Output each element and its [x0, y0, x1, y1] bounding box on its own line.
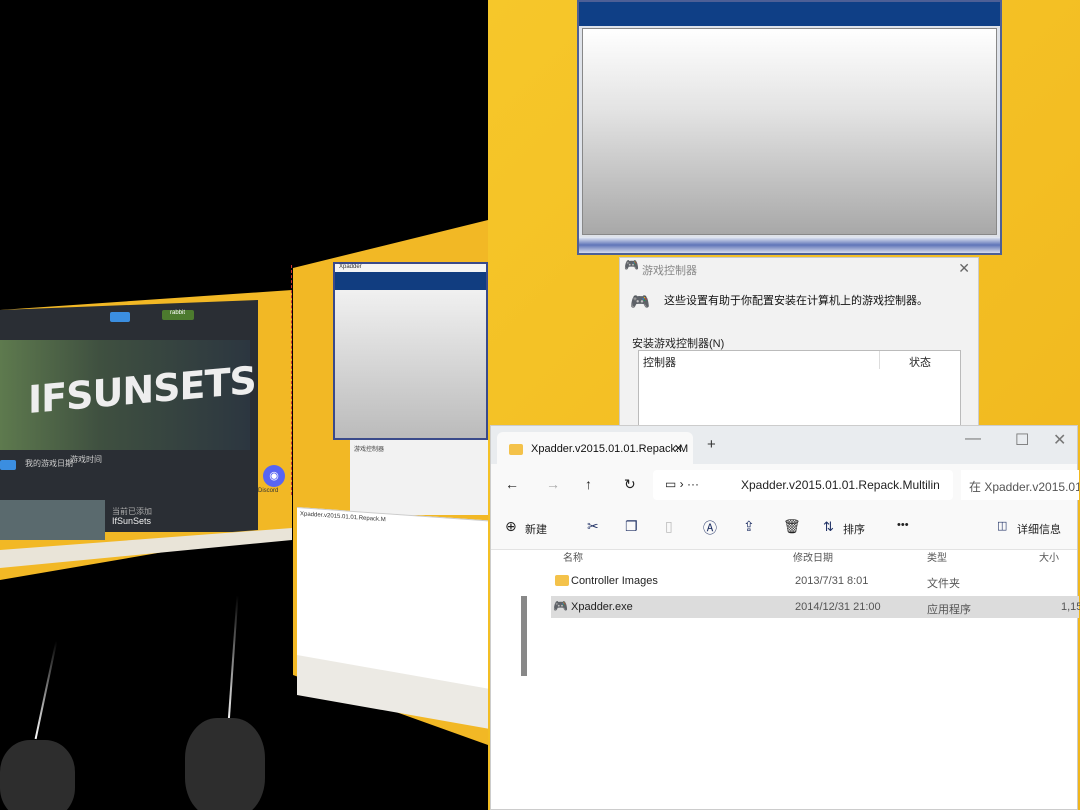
- mini-xpadder-window: Xpadder: [333, 262, 488, 440]
- delete-icon[interactable]: 🗑: [783, 518, 801, 535]
- controller-ray-right: [227, 595, 239, 725]
- game-title: IfSunSets: [112, 516, 152, 526]
- tab-close-button[interactable]: ✕: [674, 442, 683, 455]
- file-size: 1,15: [1061, 601, 1080, 613]
- file-row[interactable]: Controller Images 2013/7/31 8:01 文件夹: [551, 570, 1079, 592]
- right-controller: [185, 718, 265, 810]
- user-menu[interactable]: rabbit: [162, 310, 194, 320]
- column-name[interactable]: 名称: [563, 549, 583, 564]
- play-button[interactable]: [0, 460, 16, 470]
- column-date[interactable]: 修改日期: [793, 549, 833, 564]
- column-status[interactable]: 状态: [909, 354, 931, 370]
- controllers-list[interactable]: 控制器 状态: [638, 350, 961, 430]
- explorer-tab[interactable]: Xpadder.v2015.01.01.Repack.M ✕: [497, 432, 693, 464]
- file-type: 应用程序: [927, 604, 971, 616]
- launcher-nav-button[interactable]: [110, 312, 130, 322]
- vr-environment: rabbit IFSUNSETS 我的游戏日期 游戏时间 当前已添加 IfSun…: [0, 0, 488, 810]
- dialog-title: 游戏控制器: [642, 265, 697, 277]
- gamepad-icon: 🎮: [624, 258, 639, 272]
- close-window-button[interactable]: ✕: [1053, 430, 1066, 450]
- back-button[interactable]: ←: [505, 476, 519, 492]
- tab-title: Xpadder.v2015.01.01.Repack.M: [531, 443, 689, 455]
- share-icon[interactable]: ⇪: [743, 518, 755, 535]
- paste-icon[interactable]: ▯: [665, 518, 673, 535]
- mini-xpadder-title: Xpadder: [335, 264, 486, 272]
- discord-label: Discord: [258, 488, 279, 494]
- cut-icon[interactable]: ✂: [587, 518, 599, 535]
- column-size[interactable]: 大小: [1039, 549, 1059, 564]
- mini-controller-dialog: 游戏控制器: [350, 440, 488, 515]
- monitor-icon: ▭ › ···: [665, 477, 699, 491]
- left-controller: [0, 740, 75, 810]
- forward-button[interactable]: →: [546, 476, 560, 492]
- file-name: Controller Images: [571, 575, 658, 587]
- xpadder-toolbar: [579, 2, 1000, 26]
- details-icon: ◫: [997, 520, 1008, 532]
- panel-divider: [291, 265, 292, 495]
- game-thumbnail: [0, 500, 105, 540]
- address-path: Xpadder.v2015.01.01.Repack.Multilin: [741, 478, 940, 492]
- file-date: 2014/12/31 21:00: [795, 601, 881, 613]
- gamepad-large-icon: 🎮: [630, 294, 650, 311]
- launcher-tab[interactable]: 我的游戏日期: [25, 458, 73, 469]
- folder-icon: [555, 575, 569, 586]
- controllers-group-label: 安装游戏控制器(N): [632, 338, 725, 350]
- maximize-button[interactable]: ☐: [1015, 430, 1029, 450]
- address-bar[interactable]: ▭ › ··· Xpadder.v2015.01.01.Repack.Multi…: [653, 470, 953, 500]
- file-date: 2013/7/31 8:01: [795, 575, 869, 587]
- file-name: Xpadder.exe: [571, 601, 633, 613]
- column-type[interactable]: 类型: [927, 549, 947, 564]
- column-controller[interactable]: 控制器: [643, 354, 676, 370]
- discord-icon[interactable]: ◉: [263, 465, 285, 487]
- copy-icon[interactable]: ❐: [625, 518, 638, 535]
- minimize-button[interactable]: —: [965, 430, 981, 448]
- controller-ray-left: [34, 640, 58, 740]
- mini-dialog-title: 游戏控制器: [354, 447, 385, 453]
- rename-icon[interactable]: Ⓐ: [703, 518, 717, 538]
- mini-xpadder-toolbar: [335, 272, 486, 290]
- launcher-tab[interactable]: 游戏时间: [70, 454, 102, 465]
- details-button[interactable]: 详细信息: [1017, 521, 1061, 537]
- file-type: 文件夹: [927, 578, 960, 590]
- sort-icon: ⇅: [823, 519, 834, 534]
- desktop-zoomed: 🎮 游戏控制器 ✕ 🎮 这些设置有助于你配置安装在计算机上的游戏控制器。 安装游…: [488, 0, 1080, 810]
- new-tab-button[interactable]: +: [707, 436, 716, 453]
- xpadder-footer: [579, 237, 1000, 253]
- search-input[interactable]: 在 Xpadder.v2015.01.0: [961, 470, 1079, 500]
- more-button[interactable]: •••: [897, 519, 909, 531]
- gamepad-icon: 🎮: [553, 599, 568, 613]
- game-controller-dialog: 🎮 游戏控制器 ✕ 🎮 这些设置有助于你配置安装在计算机上的游戏控制器。 安装游…: [619, 257, 979, 430]
- xpadder-window: [577, 0, 1002, 255]
- dialog-description: 这些设置有助于你配置安装在计算机上的游戏控制器。: [664, 295, 928, 307]
- close-button[interactable]: ✕: [958, 260, 970, 277]
- new-icon: ⊕: [505, 518, 517, 534]
- refresh-button[interactable]: ↻: [624, 476, 636, 493]
- new-button[interactable]: 新建: [525, 521, 547, 537]
- file-explorer-window: Xpadder.v2015.01.01.Repack.M ✕ + — ☐ ✕ ←…: [490, 425, 1080, 810]
- game-launcher-window: rabbit IFSUNSETS 我的游戏日期 游戏时间 当前已添加 IfSun…: [0, 300, 258, 540]
- file-row-selected[interactable]: 🎮 Xpadder.exe 2014/12/31 21:00 应用程序 1,15: [551, 596, 1080, 618]
- nav-scrollbar[interactable]: [521, 596, 527, 676]
- sort-button[interactable]: 排序: [843, 521, 865, 537]
- folder-icon: [509, 444, 523, 455]
- xpadder-canvas: [582, 28, 997, 235]
- up-button[interactable]: ↑: [585, 476, 592, 492]
